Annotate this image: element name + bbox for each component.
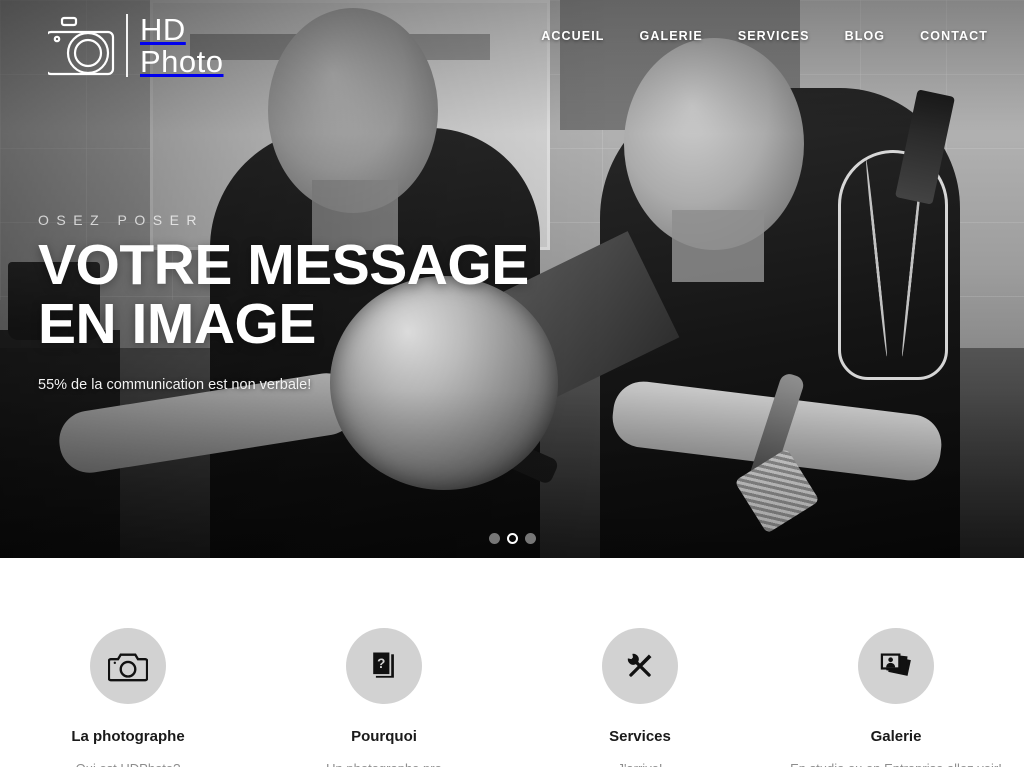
feature-card-photographe[interactable]: La photographe Qui est HDPhoto? <box>0 628 256 767</box>
feature-highlights: La photographe Qui est HDPhoto? ? Pourqu… <box>0 558 1024 767</box>
nav-item-contact[interactable]: CONTACT <box>920 29 988 43</box>
site-header: HD Photo ACCUEIL GALERIE SERVICES BLOG C… <box>0 0 1024 96</box>
nav-item-blog[interactable]: BLOG <box>845 29 886 43</box>
photo-stack-icon <box>858 628 934 704</box>
feature-desc: Un photographe pro <box>256 761 512 767</box>
feature-title: Services <box>609 728 671 745</box>
page-root: HD Photo ACCUEIL GALERIE SERVICES BLOG C… <box>0 0 1024 767</box>
feature-card-pourquoi[interactable]: ? Pourquoi Un photographe pro <box>256 628 512 767</box>
nav-item-accueil[interactable]: ACCUEIL <box>541 29 604 43</box>
carousel-dot-3[interactable] <box>524 533 536 544</box>
feature-desc: J'arrive! <box>512 761 768 767</box>
hero-eyebrow: OSEZ POSER <box>38 212 205 228</box>
logo-wordmark: HD Photo <box>126 12 224 79</box>
hero-headline-line-2: EN IMAGE <box>38 291 316 356</box>
hero-subline: 55% de la communication est non verbale! <box>38 377 312 394</box>
feature-card-services[interactable]: Services J'arrive! <box>512 628 768 767</box>
nav-item-galerie[interactable]: GALERIE <box>640 29 703 43</box>
site-logo[interactable]: HD Photo <box>44 12 224 80</box>
logo-line-1: HD <box>140 12 186 47</box>
feature-title: Galerie <box>870 728 922 745</box>
feature-card-galerie[interactable]: Galerie En studio ou en Entreprise allez… <box>768 628 1024 767</box>
camera-outline-icon <box>44 14 122 80</box>
camera-icon <box>90 628 166 704</box>
feature-desc: Qui est HDPhoto? <box>0 761 256 767</box>
carousel-pagination <box>0 533 1024 544</box>
hero-copy: OSEZ POSER VOTRE MESSAGE EN IMAGE 55% de… <box>38 212 529 393</box>
hero-headline: VOTRE MESSAGE EN IMAGE <box>38 236 529 353</box>
main-navigation: ACCUEIL GALERIE SERVICES BLOG CONTACT <box>541 29 988 43</box>
feature-title: La photographe <box>71 728 185 745</box>
nav-item-services[interactable]: SERVICES <box>738 29 810 43</box>
carousel-dot-1[interactable] <box>488 533 500 544</box>
question-pages-icon: ? <box>346 628 422 704</box>
logo-line-2: Photo <box>140 43 224 79</box>
feature-desc: En studio ou en Entreprise allez voir! <box>768 761 1024 767</box>
hero-banner: HD Photo ACCUEIL GALERIE SERVICES BLOG C… <box>0 0 1024 558</box>
tools-icon <box>602 628 678 704</box>
svg-text:?: ? <box>377 656 385 671</box>
hero-headline-line-1: VOTRE MESSAGE <box>38 233 529 297</box>
feature-title: Pourquoi <box>351 728 417 745</box>
carousel-dot-2[interactable] <box>506 533 518 544</box>
